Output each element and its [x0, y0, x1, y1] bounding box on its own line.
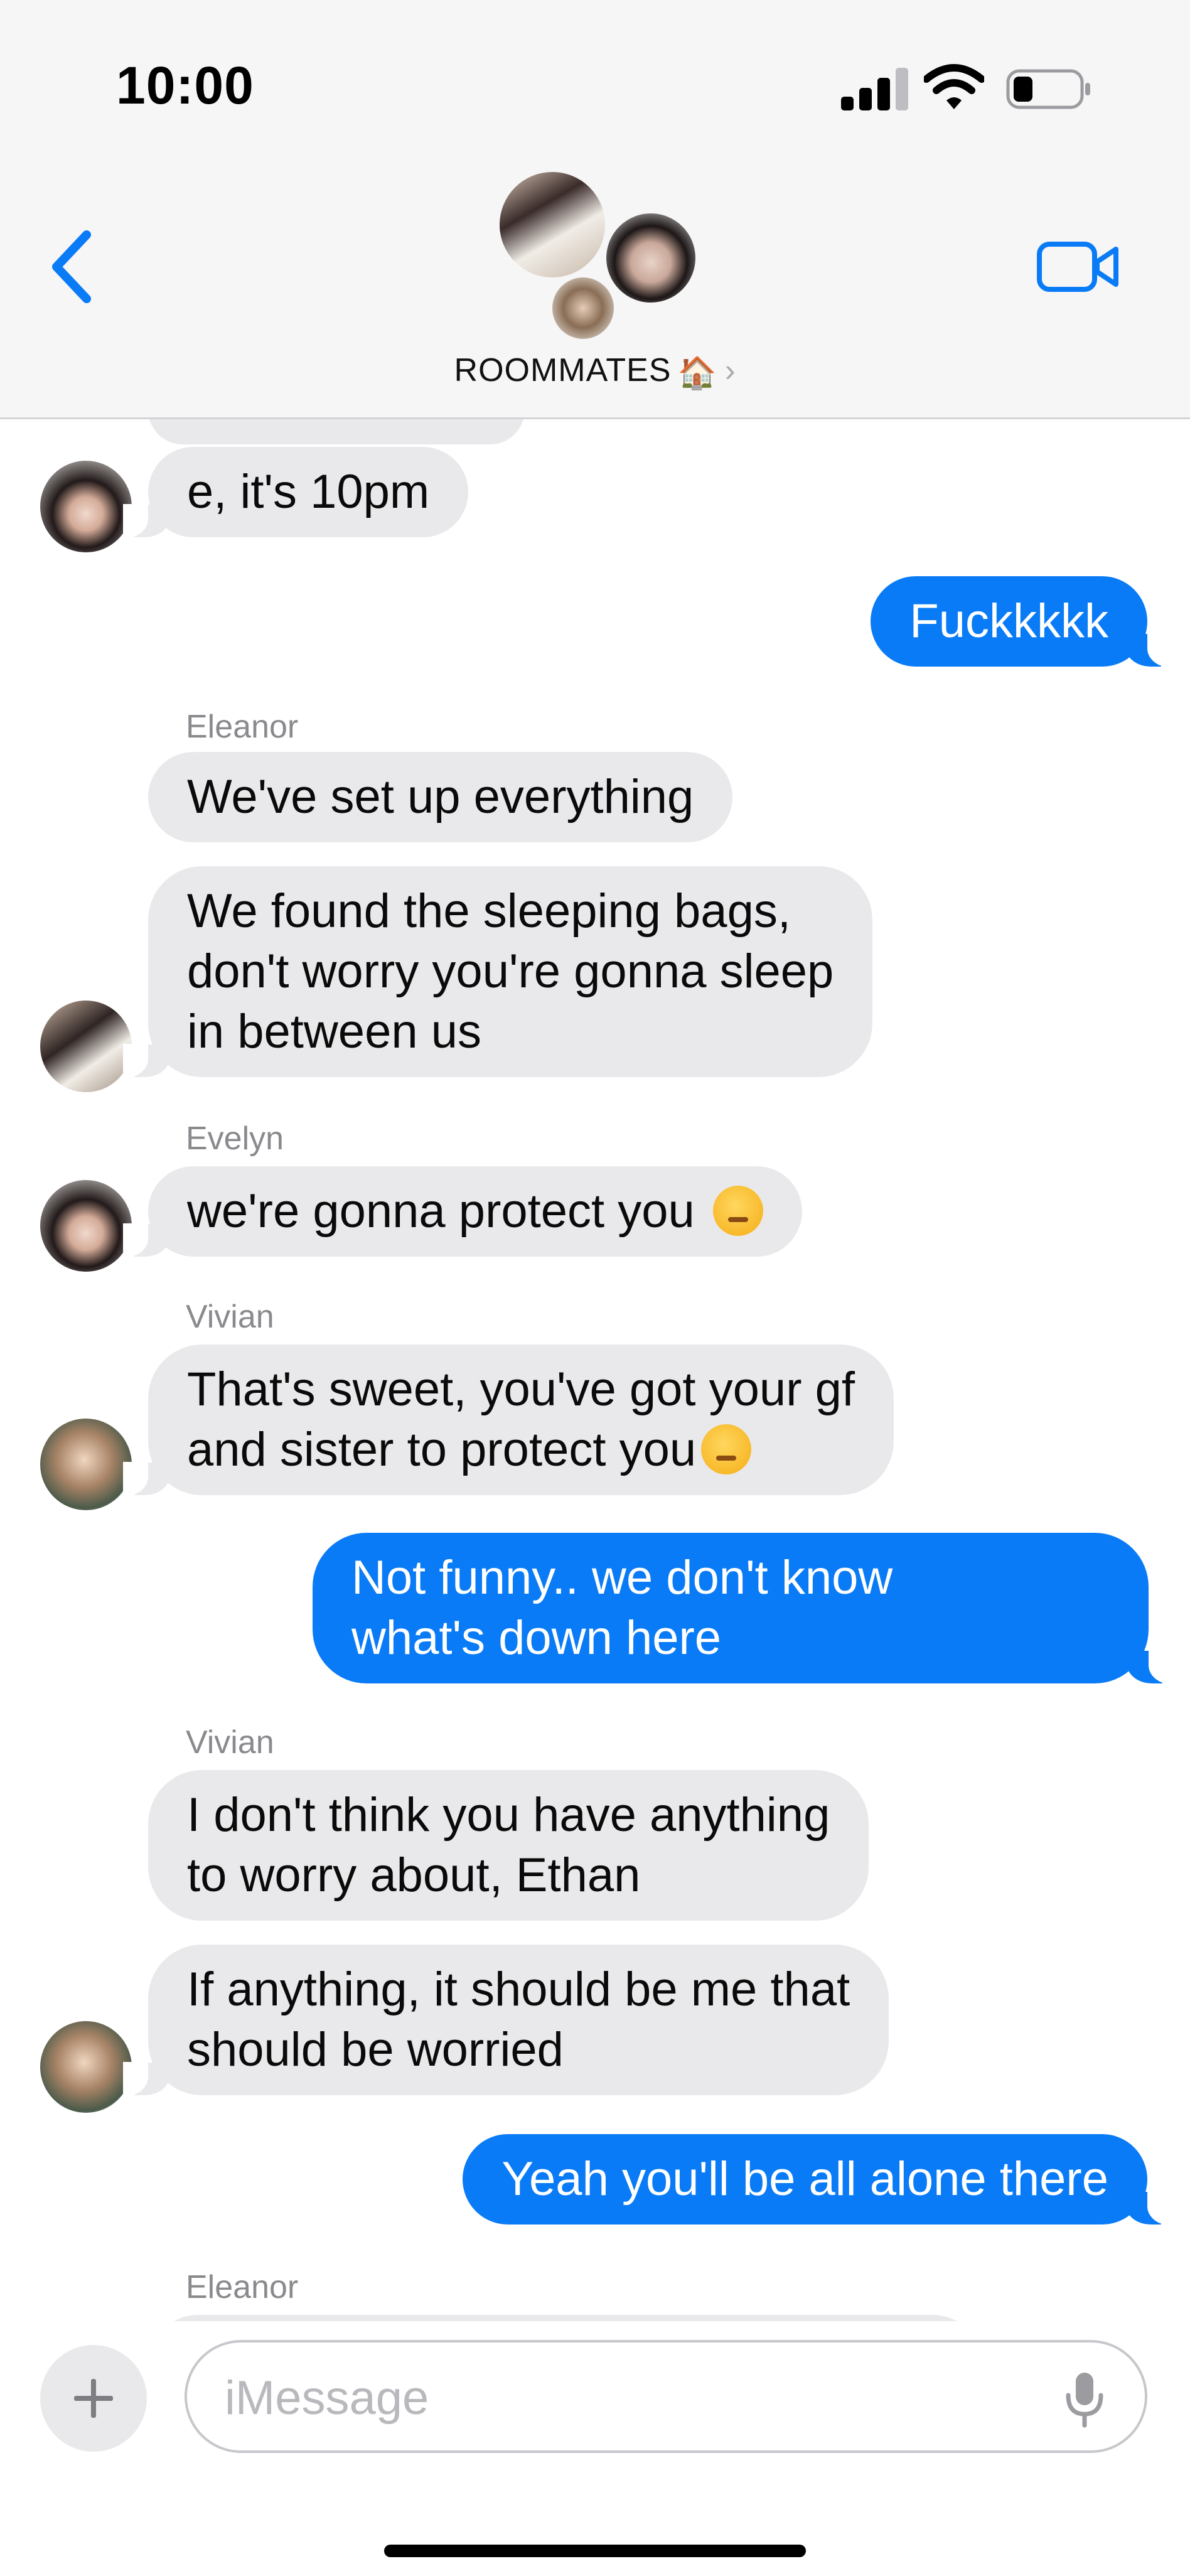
message-bubble-clipped[interactable]	[148, 419, 525, 444]
home-indicator	[384, 2545, 806, 2557]
conversation-header: ROOMMATES 🏠 ›	[0, 163, 1190, 419]
sender-name: Eleanor	[186, 709, 299, 745]
message-line: don't worry you're gonna sleep	[187, 945, 834, 998]
message-line: should be worried	[187, 2023, 564, 2076]
message-bubble-incoming[interactable]: we're gonna protect you	[123, 1166, 802, 1257]
message-text: Fuckkkkk	[909, 594, 1108, 648]
group-name-label: ROOMMATES	[454, 352, 672, 389]
message-bubble-incoming[interactable]: If anything, it should be me that should…	[122, 1945, 889, 2096]
group-title[interactable]: ROOMMATES 🏠 ›	[0, 352, 1190, 392]
face-with-hand-over-mouth-emoji-icon	[701, 1424, 752, 1474]
sender-name: Evelyn	[186, 1120, 284, 1157]
sender-name: Vivian	[186, 1724, 274, 1761]
message-bubble-outgoing[interactable]: Not funny.. we don't know what's down he…	[313, 1533, 1174, 1684]
message-line: Not funny.. we don't know	[351, 1551, 893, 1604]
message-line: what's down here	[351, 1611, 722, 1665]
message-bubble-incoming-partial[interactable]	[148, 2315, 983, 2321]
avatar-vivian[interactable]	[40, 2021, 132, 2113]
sender-name: Vivian	[186, 1299, 274, 1335]
message-bubble-outgoing[interactable]: Yeah you'll be all alone there	[463, 2134, 1172, 2225]
group-avatar-evelyn[interactable]	[604, 211, 698, 305]
wifi-icon	[924, 64, 984, 109]
message-line: We found the sleeping bags,	[187, 884, 791, 938]
cellular-signal-icon	[841, 67, 909, 110]
avatar-vivian[interactable]	[40, 1419, 132, 1510]
sender-name: Eleanor	[186, 2269, 299, 2305]
avatar-evelyn[interactable]	[40, 461, 132, 552]
message-bubble-incoming[interactable]: I don't think you have anything to worry…	[148, 1770, 869, 1921]
message-bubble-incoming[interactable]: e, it's 10pm	[122, 447, 469, 538]
message-input-field[interactable]	[185, 2340, 1147, 2453]
message-text: e, it's 10pm	[187, 465, 430, 518]
chevron-right-icon: ›	[724, 353, 736, 388]
message-line: to worry about, Ethan	[187, 1849, 641, 1902]
avatar-eleanor[interactable]	[40, 1001, 132, 1092]
plus-icon[interactable]	[40, 2345, 147, 2452]
message-text: Yeah you'll be all alone there	[501, 2152, 1108, 2206]
message-bubble-incoming[interactable]: We've set up everything	[148, 752, 733, 842]
group-avatar-eleanor[interactable]	[497, 169, 608, 280]
message-line: in between us	[187, 1005, 481, 1058]
winking-face-emoji-icon	[712, 1186, 763, 1236]
message-line: I don't think you have anything	[187, 1788, 830, 1842]
message-line: If anything, it should be me that	[187, 1963, 850, 2016]
message-line: That's sweet, you've got your gf	[187, 1363, 855, 1416]
message-line: and sister to protect you	[187, 1420, 855, 1480]
group-avatar-vivian[interactable]	[550, 275, 616, 341]
chevron-left-icon[interactable]	[44, 226, 100, 308]
message-composer	[0, 2321, 1190, 2576]
facetime-video-icon[interactable]	[1034, 235, 1122, 298]
status-bar: 10:00	[0, 0, 1190, 163]
message-list[interactable]: e, it's 10pm Fuckkkkk Eleanor We've set …	[0, 419, 1190, 2321]
battery-icon	[1006, 69, 1090, 109]
message-text: We've set up everything	[187, 770, 694, 824]
message-bubble-incoming[interactable]: We found the sleeping bags, don't worry …	[122, 866, 873, 1078]
message-input[interactable]	[225, 2368, 1041, 2428]
status-time: 10:00	[116, 56, 254, 115]
message-text: we're gonna protect you	[187, 1184, 695, 1238]
house-emoji-icon: 🏠	[677, 355, 717, 390]
message-bubble-incoming[interactable]: That's sweet, you've got your gf and sis…	[123, 1344, 894, 1496]
message-bubble-outgoing[interactable]: Fuckkkkk	[871, 576, 1172, 667]
microphone-icon[interactable]	[1053, 2368, 1116, 2430]
avatar-evelyn[interactable]	[40, 1180, 132, 1272]
